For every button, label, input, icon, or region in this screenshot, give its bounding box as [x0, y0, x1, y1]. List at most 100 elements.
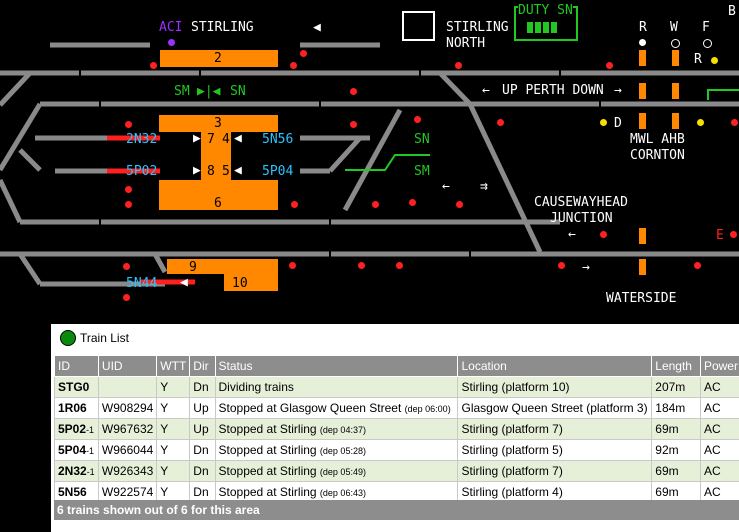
- cell-id: 2N32-1: [54, 460, 99, 482]
- train-list-titlebar[interactable]: Train List: [51, 324, 739, 354]
- signal[interactable]: [497, 119, 504, 126]
- column-header[interactable]: Location: [457, 355, 653, 377]
- uid: W966044: [101, 443, 154, 457]
- headcode-5n56[interactable]: 5N56: [262, 132, 293, 147]
- cell-status: Stopped at Stirling (dep 04:37): [214, 418, 459, 440]
- train-list-title: Train List: [80, 331, 129, 345]
- signal[interactable]: [694, 262, 701, 269]
- location: Stirling (platform 7): [461, 464, 563, 478]
- signal[interactable]: [125, 186, 132, 193]
- signal[interactable]: [350, 88, 357, 95]
- column-header[interactable]: UID: [97, 355, 158, 377]
- signal[interactable]: [455, 62, 462, 69]
- signal[interactable]: [125, 201, 132, 208]
- signal[interactable]: [372, 201, 379, 208]
- sm-left-label: SM: [174, 84, 190, 99]
- headcode-2n32[interactable]: 2N32: [126, 132, 157, 147]
- cell-location: Stirling (platform 7): [457, 460, 653, 482]
- column-header[interactable]: Dir: [189, 355, 216, 377]
- column-header[interactable]: Power: [699, 355, 739, 377]
- train-id: 5P04: [58, 443, 87, 457]
- signal[interactable]: [414, 116, 421, 123]
- signal[interactable]: [600, 119, 607, 126]
- signal[interactable]: [409, 199, 416, 206]
- length: 69m: [655, 464, 679, 478]
- signal[interactable]: [697, 119, 704, 126]
- train-id: STG0: [58, 380, 90, 394]
- column-header[interactable]: Status: [214, 355, 459, 377]
- table-row[interactable]: STG0 Y Dn Dividing trains Stirling (platfor…: [54, 376, 739, 398]
- arrow-left-icon: ◀: [313, 20, 321, 35]
- train-id-suffix: -1: [86, 467, 95, 477]
- table-body: STG0 Y Dn Dividing trains Stirling (platfor…: [54, 376, 739, 503]
- power: AC: [703, 485, 721, 499]
- signal[interactable]: [731, 119, 738, 126]
- length: 184m: [655, 401, 686, 415]
- location: Stirling (platform 7): [461, 422, 563, 436]
- signal[interactable]: [396, 262, 403, 269]
- crossing-marker: [639, 50, 646, 66]
- cell-uid: W926343: [97, 460, 158, 482]
- signal[interactable]: [600, 231, 607, 238]
- signal[interactable]: [558, 262, 565, 269]
- crossing-marker: [672, 113, 679, 129]
- arrow-left-icon: ←: [482, 83, 490, 98]
- signal[interactable]: [125, 121, 132, 128]
- signal[interactable]: [730, 231, 737, 238]
- headcode-5n44[interactable]: 5N44: [126, 276, 157, 291]
- cornton-label: CORNTON: [630, 148, 685, 163]
- column-header[interactable]: Length: [651, 355, 701, 377]
- signal[interactable]: [300, 50, 307, 57]
- length: 92m: [655, 443, 679, 457]
- cell-length: 69m: [651, 460, 701, 482]
- signal[interactable]: [291, 201, 298, 208]
- table-row[interactable]: 1R06 W908294 Y Up Stopped at Glasgow Queen S…: [54, 397, 739, 419]
- platform-10-number: 10: [232, 276, 248, 291]
- status: Dividing trains: [218, 380, 294, 394]
- cell-wtt: Y: [156, 439, 191, 461]
- cell-power: AC: [699, 397, 739, 419]
- signal[interactable]: [123, 294, 130, 301]
- signal[interactable]: [290, 62, 297, 69]
- signal[interactable]: [350, 121, 357, 128]
- signal[interactable]: [606, 62, 613, 69]
- column-header[interactable]: ID: [54, 355, 99, 377]
- sn-left-label: SN: [230, 84, 246, 99]
- column-header[interactable]: WTT: [156, 355, 191, 377]
- table-row[interactable]: 5P04-1 W966044 Y Dn Stopped at Stirling (dep…: [54, 439, 739, 461]
- wtt: Y: [160, 485, 169, 499]
- dir: Dn: [193, 464, 209, 478]
- platform-6-number: 6: [214, 196, 222, 211]
- cell-status: Dividing trains: [214, 376, 459, 398]
- cell-dir: Dn: [189, 439, 216, 461]
- wtt: Y: [160, 380, 169, 394]
- table-row[interactable]: 5P02-1 W967632 Y Up Stopped at Stirling (dep…: [54, 418, 739, 440]
- signal[interactable]: [711, 57, 718, 64]
- cell-location: Glasgow Queen Street (platform 3): [457, 397, 653, 419]
- signal[interactable]: [150, 62, 157, 69]
- platform-5-number: 5: [222, 164, 230, 179]
- stirling-north-label-2: NORTH: [446, 36, 486, 51]
- cell-length: 207m: [651, 376, 701, 398]
- platform-4-number: 4: [222, 132, 230, 147]
- track-diagram: [0, 42, 739, 287]
- duty-sn-bars-icon: [527, 22, 559, 33]
- crossing-marker: [639, 259, 646, 275]
- cell-dir: Up: [189, 397, 216, 419]
- table-row[interactable]: 2N32-1 W926343 Y Dn Stopped at Stirling (dep…: [54, 460, 739, 482]
- signal[interactable]: [289, 262, 296, 269]
- headcode-5p02[interactable]: 5P02: [126, 164, 157, 179]
- signal[interactable]: [123, 263, 130, 270]
- power: AC: [703, 464, 721, 478]
- cell-id: 5P02-1: [54, 418, 99, 440]
- signal[interactable]: [358, 262, 365, 269]
- dir: Dn: [193, 380, 209, 394]
- train-list-table: ID UID WTT Dir Status Location Length Power STG…: [54, 355, 739, 503]
- signal[interactable]: [456, 201, 463, 208]
- platform-2-number: 2: [214, 51, 222, 66]
- dep-time: (dep 05:49): [319, 467, 366, 477]
- headcode-5p04[interactable]: 5P04: [262, 164, 293, 179]
- arrow-left-icon: ←: [568, 227, 576, 242]
- power: AC: [703, 401, 721, 415]
- mwl-ahb-label: MWL AHB: [630, 132, 685, 147]
